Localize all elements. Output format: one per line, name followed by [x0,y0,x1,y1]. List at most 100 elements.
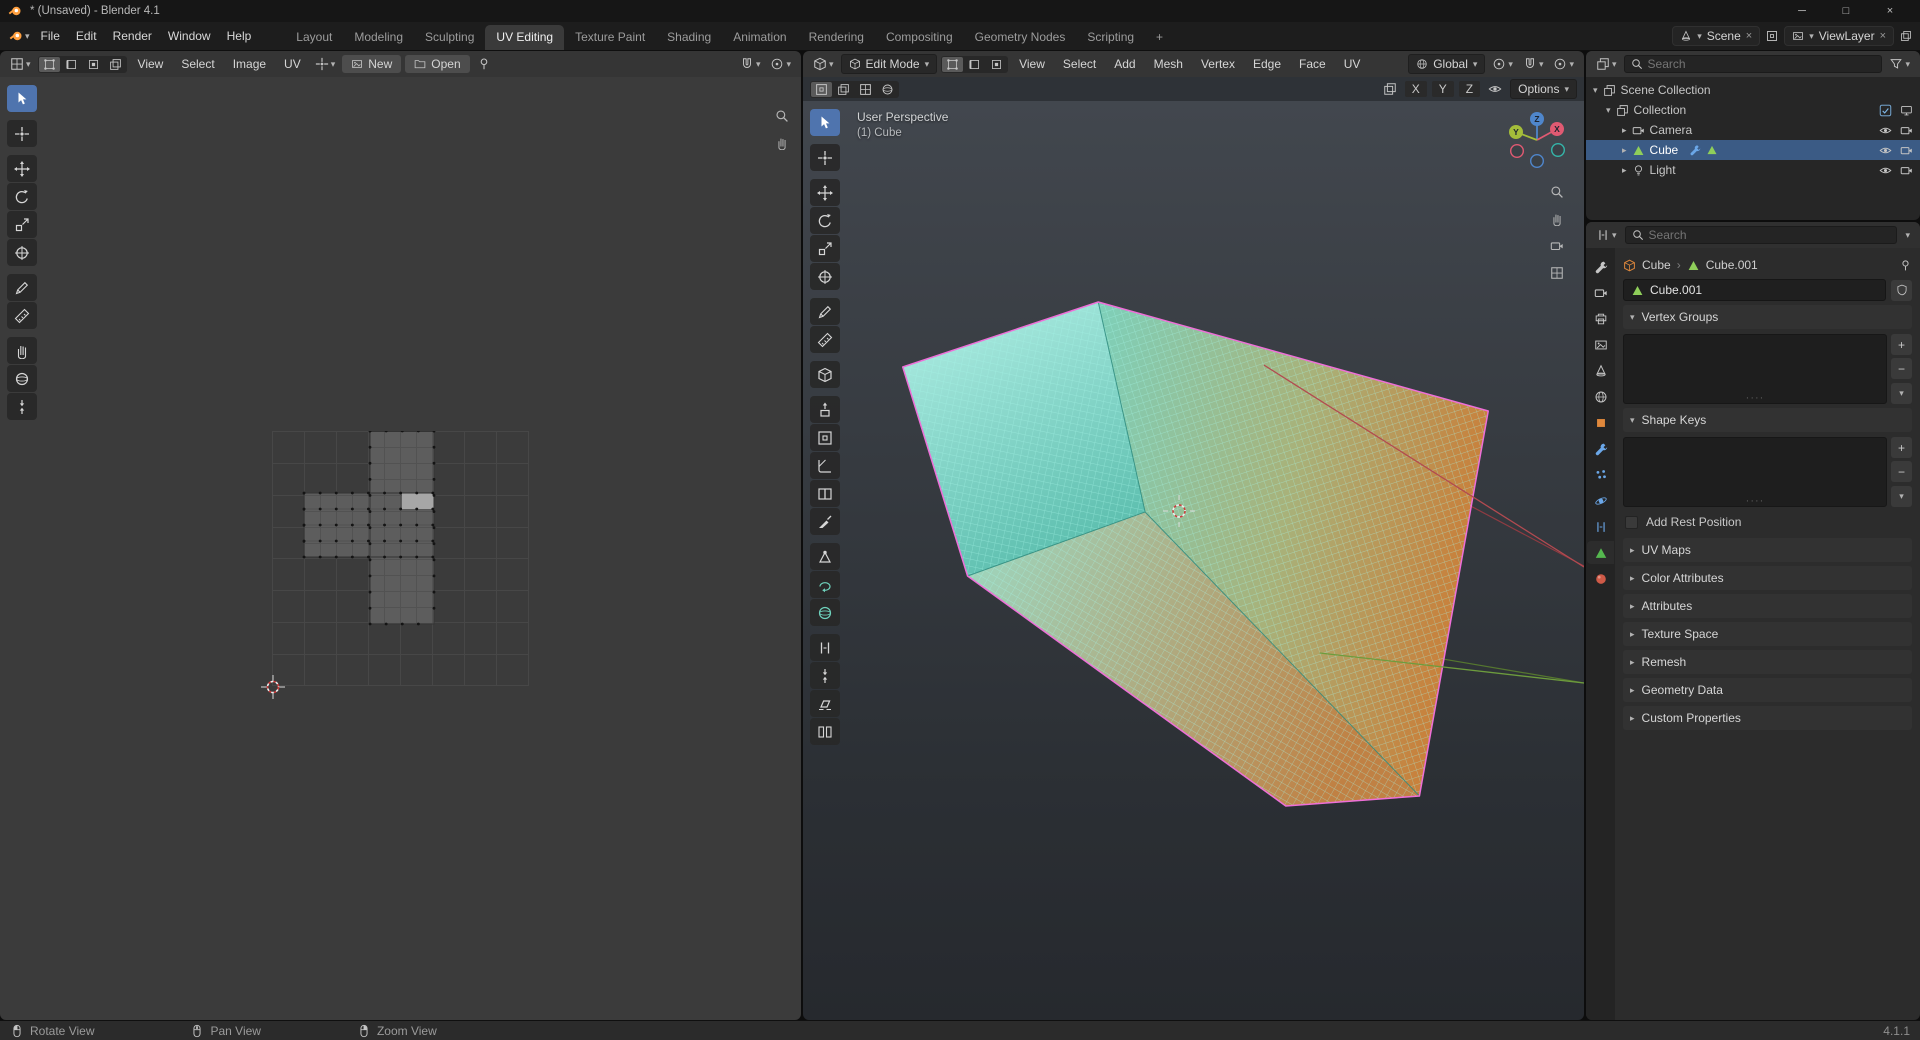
vp-menu-uv[interactable]: UV [1337,55,1368,73]
panel-color-attributes[interactable]: ▸ Color Attributes [1623,566,1912,590]
tool-cursor-2d[interactable] [7,120,37,147]
tool-bevel[interactable] [810,452,840,479]
zoom-icon[interactable] [775,109,789,123]
pivot-point-button[interactable]: ▾ [1489,55,1516,73]
mode-dropdown[interactable]: Edit Mode ▾ [841,54,938,74]
tab-geometry-nodes[interactable]: Geometry Nodes [964,25,1077,50]
breadcrumb-data[interactable]: Cube.001 [1706,258,1758,272]
pin-image-button[interactable] [474,55,494,73]
select-mode-extend[interactable] [833,82,854,97]
disable-render-icon[interactable] [1900,144,1913,157]
ptab-output[interactable] [1587,307,1614,330]
tool-move[interactable] [7,155,37,182]
tool-pinch[interactable] [7,393,37,420]
perspective-toggle-icon[interactable] [1550,266,1564,280]
uv-snap-button[interactable]: ▾ [737,55,764,73]
open-image-button[interactable]: Open [405,55,469,73]
menu-render[interactable]: Render [105,26,160,46]
ptab-object[interactable] [1587,411,1614,434]
xray-toggle[interactable] [1380,80,1400,98]
tool-shear[interactable] [810,690,840,717]
remove-vertex-group-button[interactable]: − [1891,358,1912,379]
uv-sticky-mode-button[interactable]: ▾ [312,55,339,73]
shape-key-specials-button[interactable]: ▾ [1891,486,1912,507]
ptab-particles[interactable] [1587,463,1614,486]
camera-view-icon[interactable] [1550,239,1564,253]
blender-menu-button[interactable]: ▾ [6,27,33,45]
ptab-material[interactable] [1587,567,1614,590]
tool-annotate[interactable] [810,298,840,325]
tool-extrude-region[interactable] [810,396,840,423]
tool-knife[interactable] [810,508,840,535]
panel-vertex-groups[interactable]: ▾ Vertex Groups [1623,305,1912,329]
mirror-x-toggle[interactable]: X [1405,81,1427,97]
ptab-physics[interactable] [1587,489,1614,512]
tab-rendering[interactable]: Rendering [798,25,875,50]
uv-select-mode-vertex[interactable] [39,57,60,72]
mirror-z-toggle[interactable]: Z [1459,81,1480,97]
select-mode-edge[interactable] [964,57,985,72]
editor-type-button[interactable]: ▾ [7,55,34,73]
vp-menu-face[interactable]: Face [1292,55,1333,73]
edited-cube-mesh[interactable] [903,302,1489,806]
tab-layout[interactable]: Layout [285,25,343,50]
outliner-search-input[interactable] [1648,57,1876,71]
tool-select-box[interactable] [7,85,37,112]
tool-measure[interactable] [810,326,840,353]
outliner-row-camera[interactable]: ▸ Camera [1586,120,1920,140]
tool-spin[interactable] [810,571,840,598]
mirror-y-toggle[interactable]: Y [1432,81,1454,97]
ptab-world[interactable] [1587,385,1614,408]
uv-canvas[interactable] [0,77,801,1020]
tool-move[interactable] [810,179,840,206]
outliner-row-light[interactable]: ▸ Light [1586,160,1920,180]
close-button[interactable]: × [1868,0,1912,22]
triangle-right-icon[interactable]: ▸ [1622,166,1627,175]
properties-search[interactable] [1625,226,1898,244]
tab-modeling[interactable]: Modeling [343,25,414,50]
add-rest-position-checkbox[interactable] [1625,516,1638,529]
add-shape-key-button[interactable]: + [1891,437,1912,458]
remove-shape-key-button[interactable]: − [1891,461,1912,482]
uv-select-mode-island[interactable] [105,57,126,72]
panel-texture-space[interactable]: ▸ Texture Space [1623,622,1912,646]
panel-attributes[interactable]: ▸ Attributes [1623,594,1912,618]
disable-render-icon[interactable] [1900,164,1913,177]
vertex-group-specials-button[interactable]: ▾ [1891,383,1912,404]
add-vertex-group-button[interactable]: + [1891,334,1912,355]
uv-select-mode-face[interactable] [83,57,104,72]
breadcrumb-object[interactable]: Cube [1642,258,1671,272]
tool-cursor-3d[interactable] [810,144,840,171]
data-name-field[interactable]: Cube.001 [1623,279,1886,301]
select-mode-subtract[interactable] [855,82,876,97]
tab-scripting[interactable]: Scripting [1076,25,1145,50]
ptab-tool[interactable] [1587,255,1614,278]
tool-add-cube[interactable] [810,361,840,388]
tab-compositing[interactable]: Compositing [875,25,964,50]
triangle-down-icon[interactable]: ▾ [1593,86,1598,95]
tool-rotate[interactable] [810,207,840,234]
tab-uv-editing[interactable]: UV Editing [485,25,564,50]
ptab-scene[interactable] [1587,359,1614,382]
pan-hand-icon[interactable] [1550,212,1564,226]
panel-custom-properties[interactable]: ▸ Custom Properties [1623,706,1912,730]
tool-edge-slide[interactable] [810,634,840,661]
triangle-right-icon[interactable]: ▸ [1622,146,1627,155]
remove-view-layer-icon[interactable]: × [1880,30,1886,42]
exclude-viewport-icon[interactable] [1900,104,1913,117]
uv-selected-face[interactable] [402,493,434,509]
tab-sculpting[interactable]: Sculpting [414,25,485,50]
tool-scale[interactable] [7,211,37,238]
uv-menu-view[interactable]: View [131,55,171,73]
tool-loop-cut[interactable] [810,480,840,507]
ptab-object-data[interactable] [1587,541,1614,564]
hide-eye-icon[interactable] [1879,164,1892,177]
tool-relax[interactable] [7,365,37,392]
pan-hand-icon[interactable] [775,136,789,150]
outliner-row-collection[interactable]: ▾ Collection [1586,100,1920,120]
gizmo-y-neg-axis[interactable] [1552,144,1565,157]
tool-scale[interactable] [810,235,840,262]
pin-icon[interactable] [1899,259,1912,272]
panel-remesh[interactable]: ▸ Remesh [1623,650,1912,674]
outliner-row-scene-collection[interactable]: ▾ Scene Collection [1586,80,1920,100]
